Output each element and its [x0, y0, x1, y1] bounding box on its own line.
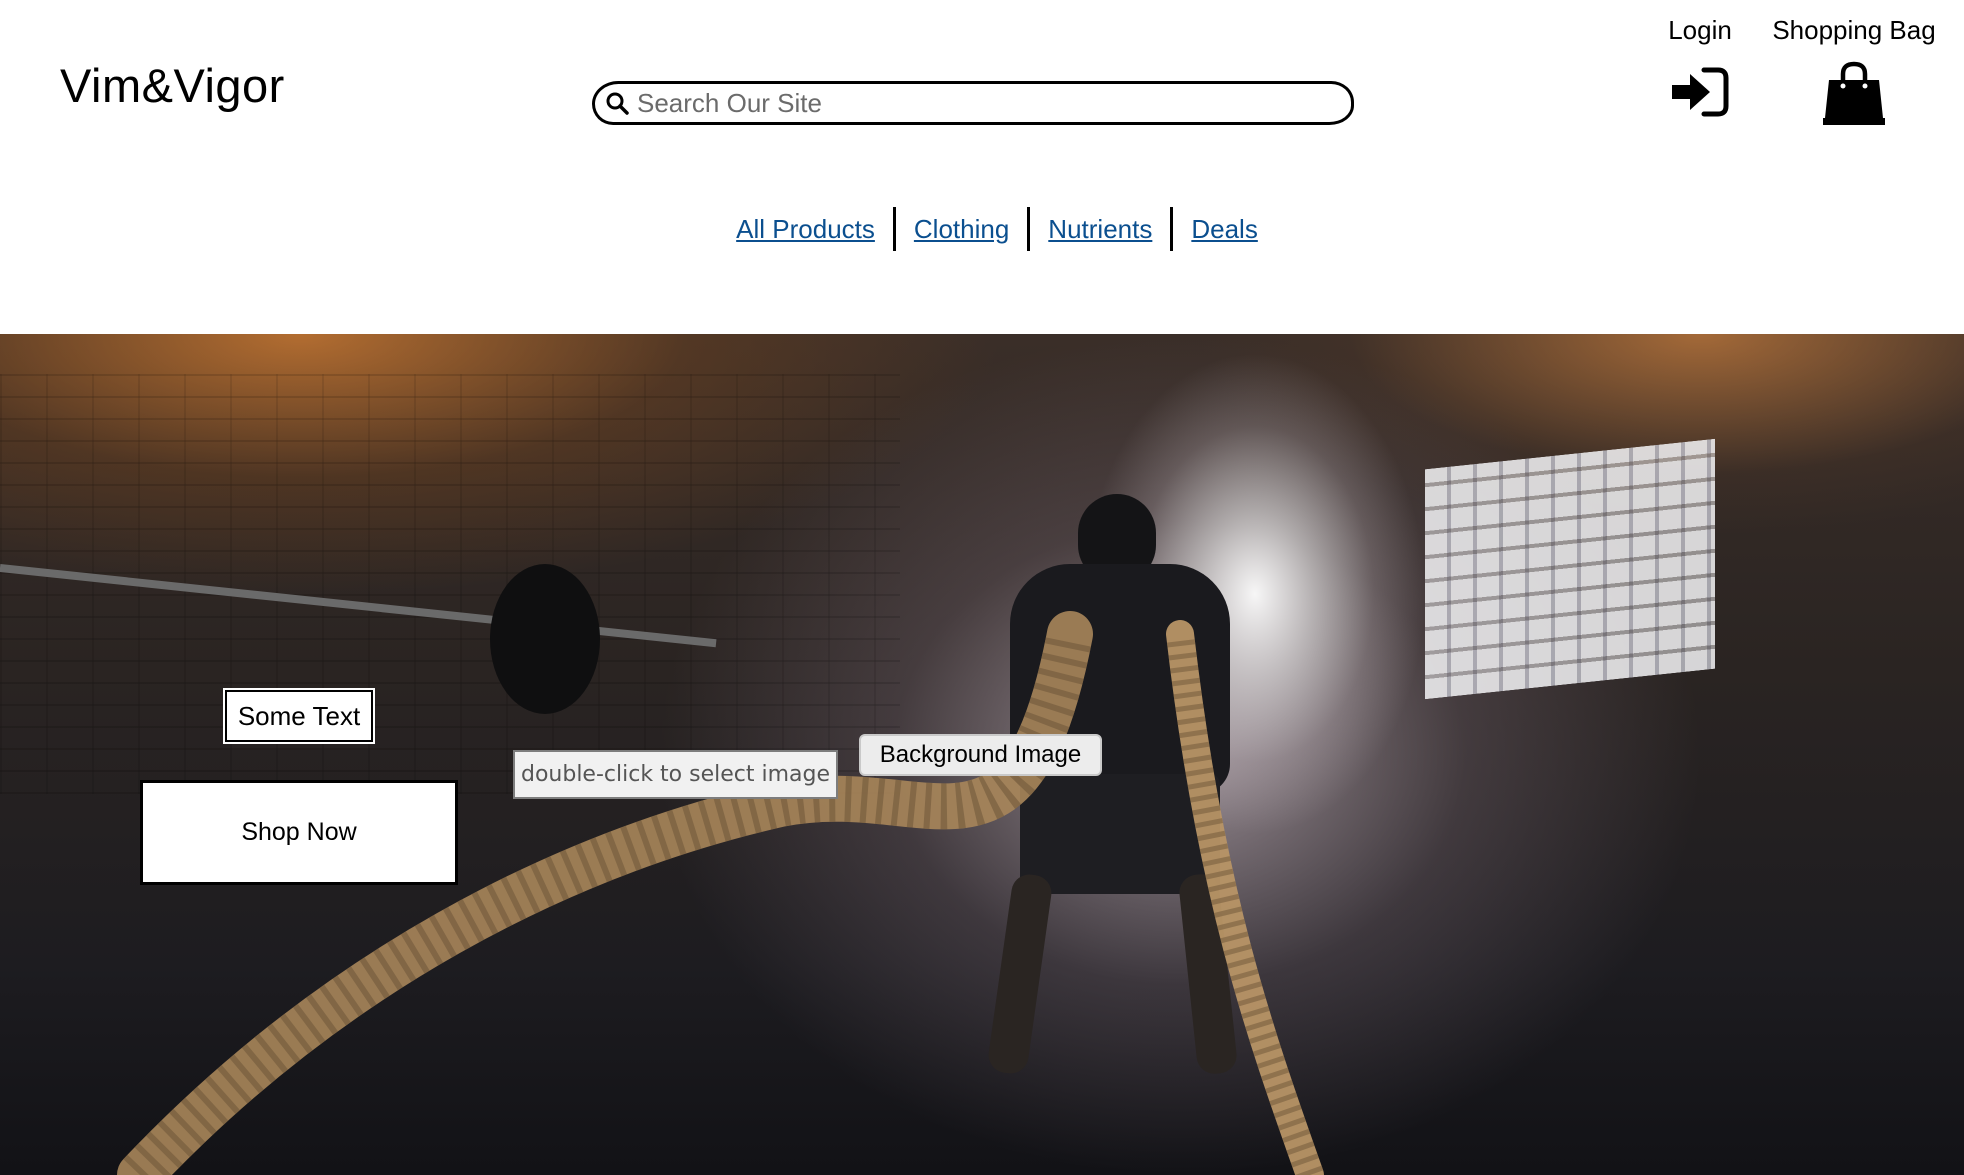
search-input[interactable] — [635, 86, 1319, 120]
shop-now-button[interactable]: Shop Now — [140, 780, 458, 885]
nav-all-products[interactable]: All Products — [736, 214, 875, 245]
nav-divider — [1170, 207, 1174, 251]
edit-tooltip: double-click to select image — [513, 750, 838, 799]
login-label: Login — [1668, 15, 1732, 45]
background-image-label: Background Image — [859, 734, 1102, 776]
shopping-bag-icon — [1823, 61, 1885, 125]
hero-text-box[interactable]: Some Text — [223, 688, 375, 744]
site-logo[interactable]: Vim&Vigor — [60, 58, 285, 113]
shopping-bag-label: Shopping Bag — [1772, 15, 1936, 45]
nav-nutrients[interactable]: Nutrients — [1048, 214, 1152, 245]
nav-divider — [1027, 207, 1031, 251]
login-link[interactable]: Login — [1660, 15, 1740, 123]
search-bar[interactable] — [592, 81, 1354, 125]
search-icon — [606, 92, 629, 115]
main-nav: All Products Clothing Nutrients Deals — [0, 207, 1964, 251]
nav-divider — [892, 207, 896, 251]
sign-in-icon — [1672, 67, 1729, 117]
nav-deals[interactable]: Deals — [1191, 214, 1257, 245]
nav-clothing[interactable]: Clothing — [914, 214, 1009, 245]
shopping-bag-link[interactable]: Shopping Bag — [1768, 15, 1940, 131]
